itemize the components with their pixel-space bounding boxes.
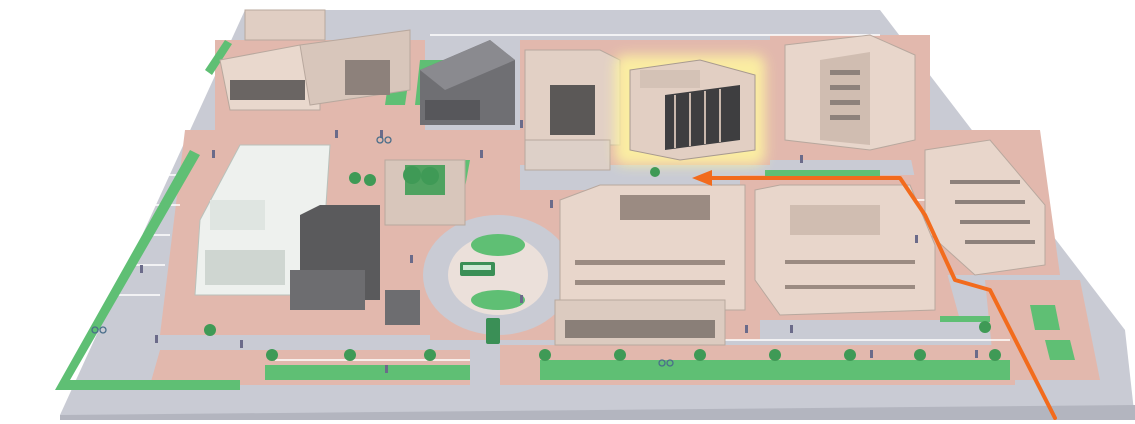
building-east-complex[interactable]: [754, 184, 936, 316]
building-main-complex[interactable]: [554, 184, 746, 346]
bus-icon: [460, 262, 495, 276]
roundabout: [423, 215, 573, 335]
building-tower-complex[interactable]: [524, 49, 621, 171]
building-northeast-tower[interactable]: [784, 34, 916, 151]
car-icon: [486, 318, 500, 344]
campus-map: [0, 0, 1135, 420]
highlighted-target-building[interactable]: [615, 55, 765, 165]
